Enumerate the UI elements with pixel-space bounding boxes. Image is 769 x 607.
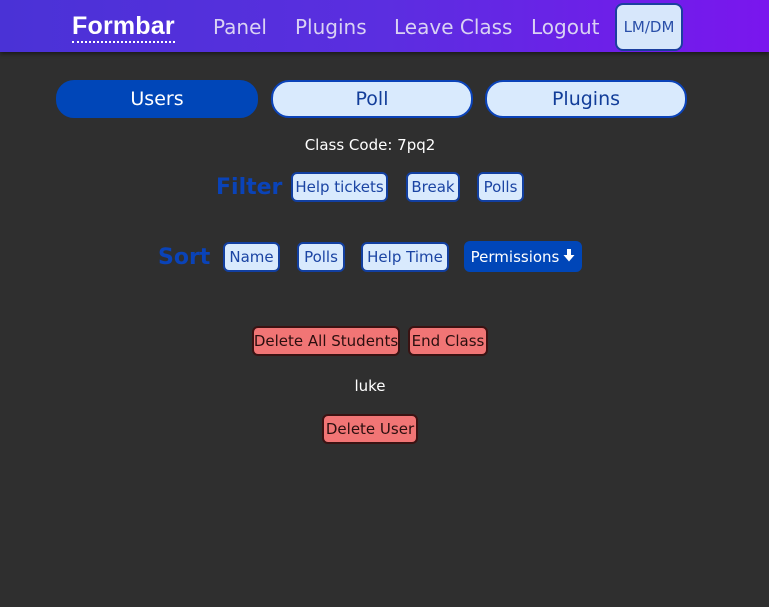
end-class-button[interactable]: End Class [408,326,488,356]
tab-users[interactable]: Users [56,80,258,118]
class-code: Class Code: 7pq2 [304,136,436,154]
sort-permissions-button[interactable]: Permissions [464,241,582,272]
theme-toggle-button[interactable]: LM/DM [615,3,683,51]
tab-poll[interactable]: Poll [271,80,473,118]
sort-name-button[interactable]: Name [223,242,280,272]
top-nav: Formbar Panel Plugins Leave Class Logout… [0,0,769,52]
filter-label: Filter [216,175,283,200]
filter-break-button[interactable]: Break [406,172,460,202]
delete-user-button[interactable]: Delete User [322,414,418,444]
nav-link-panel[interactable]: Panel [213,14,267,40]
nav-link-logout[interactable]: Logout [531,14,599,40]
nav-link-leave-class[interactable]: Leave Class [394,14,512,40]
sort-label: Sort [158,245,211,270]
user-name: luke [354,377,386,395]
arrow-down-icon [563,248,575,265]
sort-permissions-label: Permissions [470,247,560,266]
nav-link-plugins[interactable]: Plugins [295,14,367,40]
filter-polls-button[interactable]: Polls [477,172,524,202]
tab-plugins[interactable]: Plugins [485,80,687,118]
sort-help-time-button[interactable]: Help Time [361,242,449,272]
delete-all-students-button[interactable]: Delete All Students [252,326,400,356]
sort-polls-button[interactable]: Polls [297,242,345,272]
filter-help-tickets-button[interactable]: Help tickets [291,172,388,202]
brand-logo[interactable]: Formbar [72,11,175,43]
